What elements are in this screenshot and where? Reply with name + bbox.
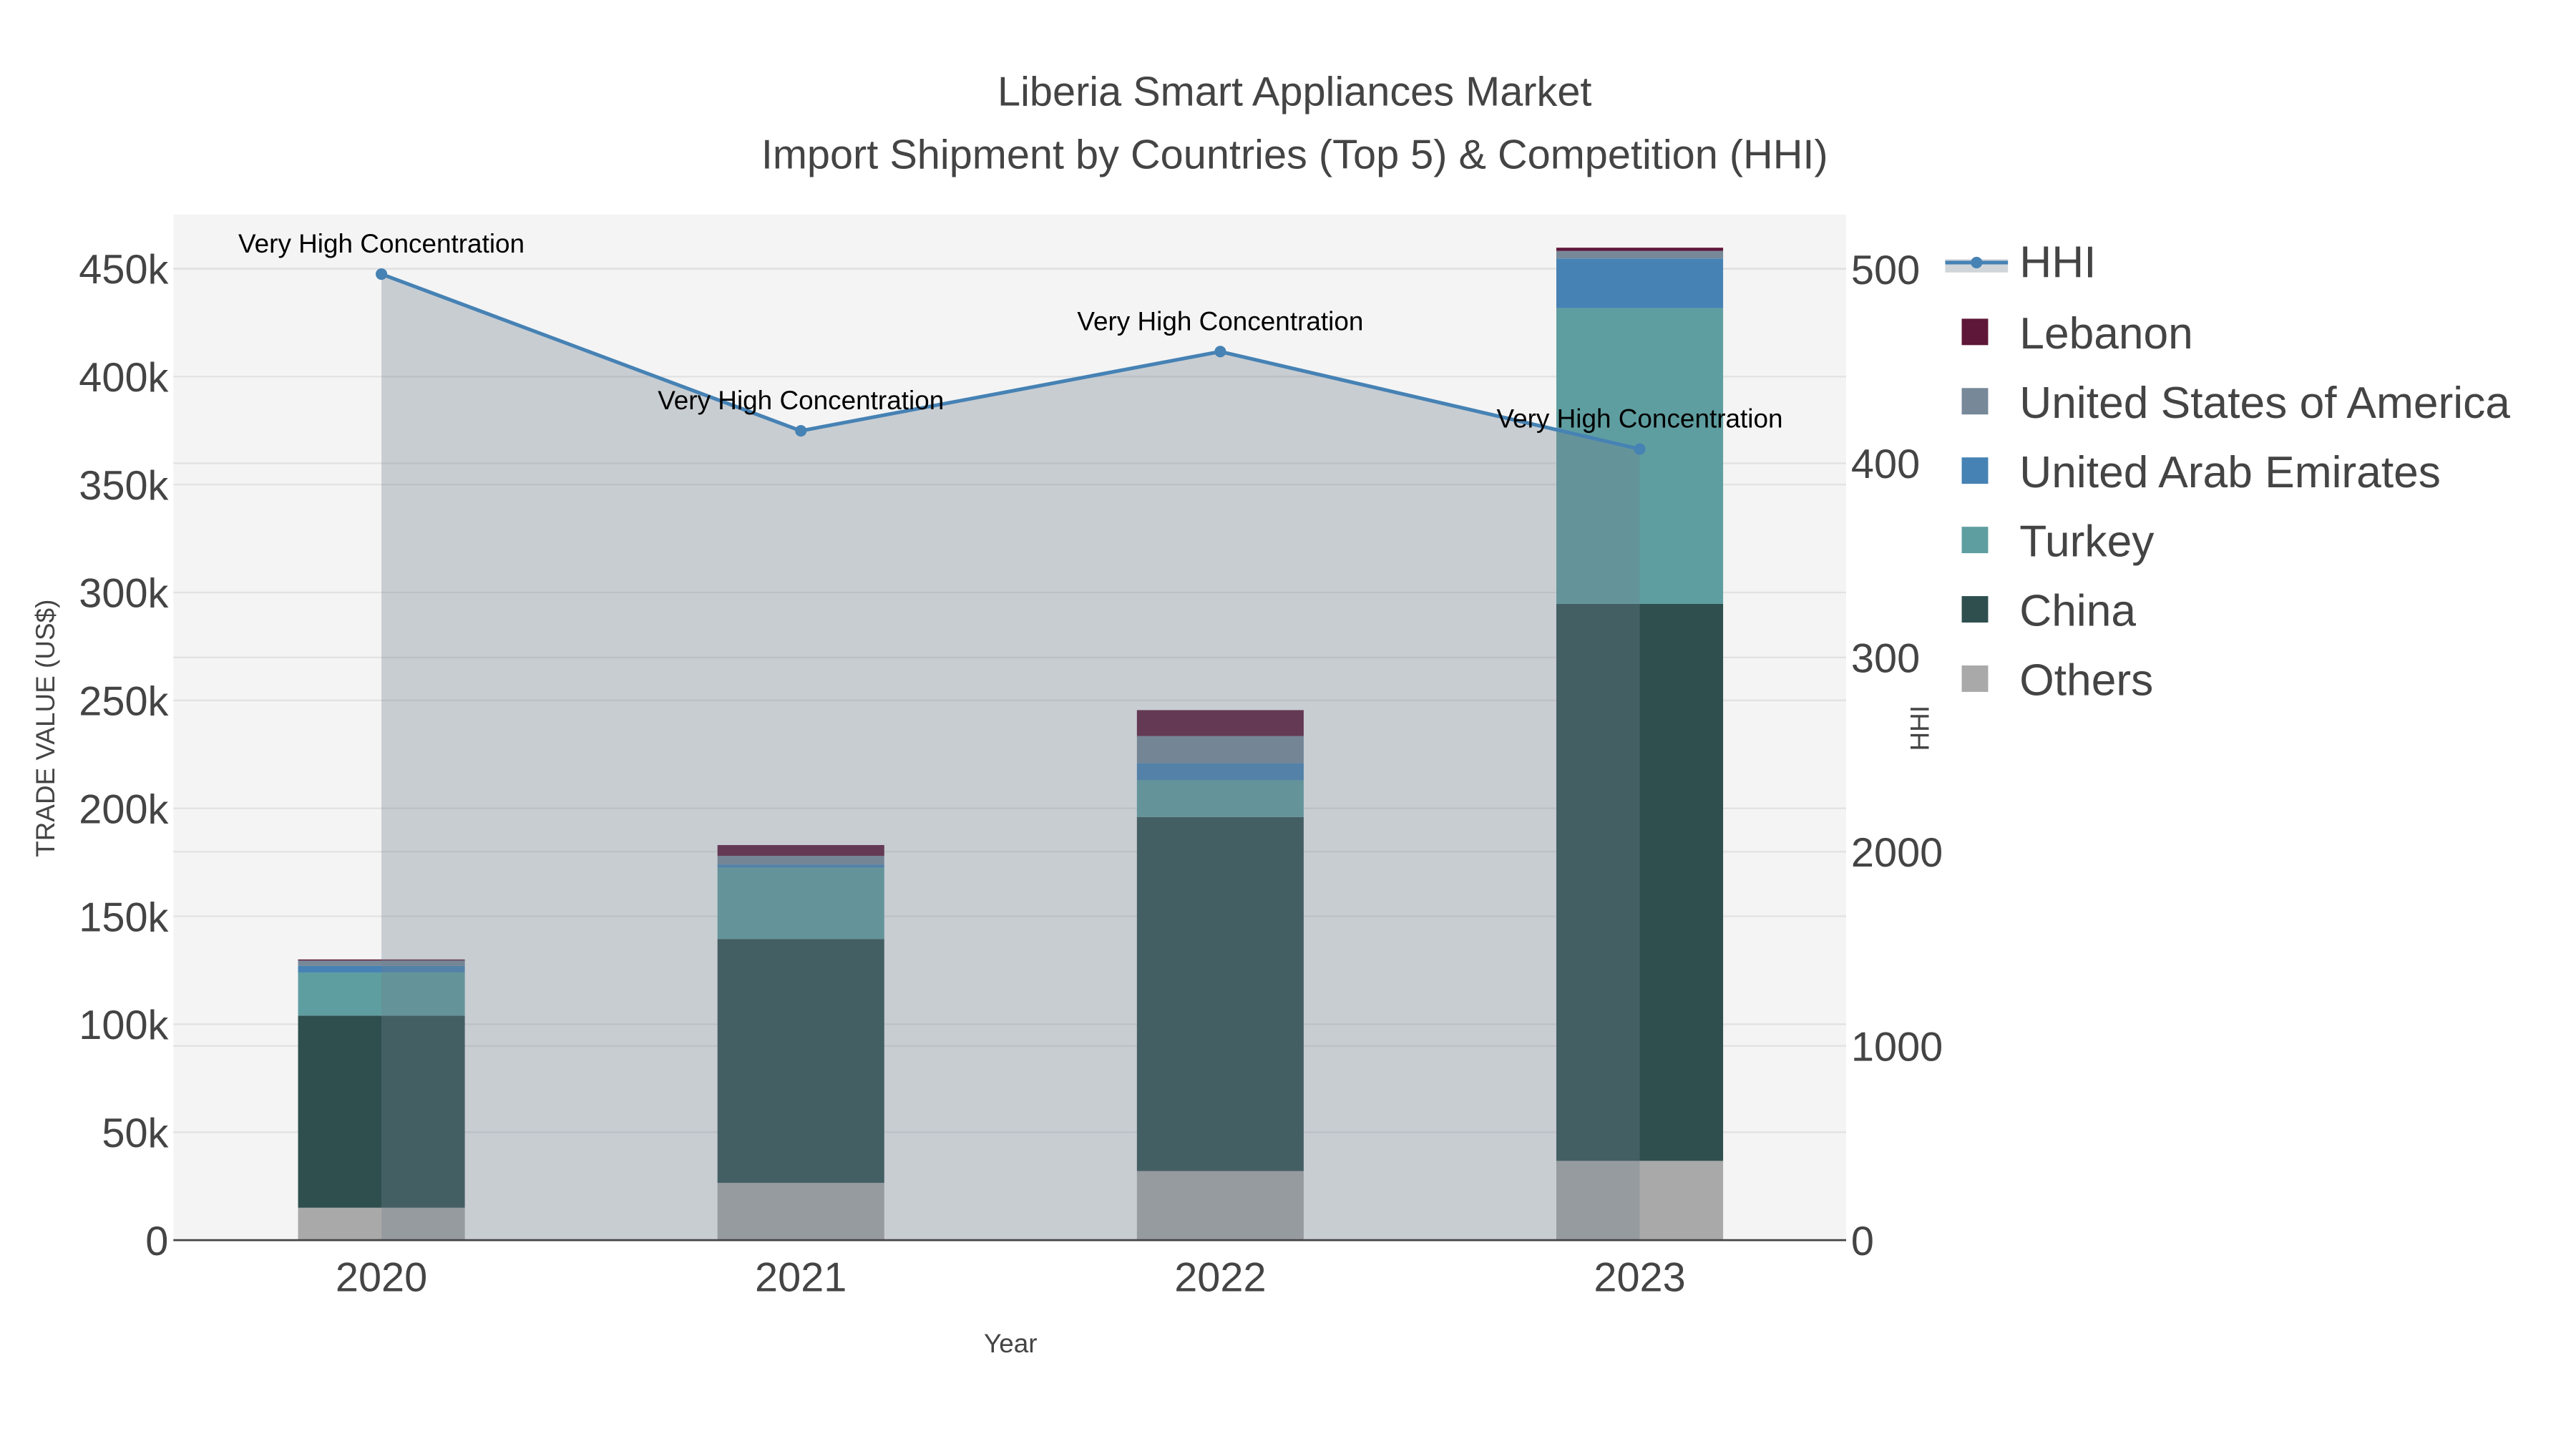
bar-lebanon-2023 xyxy=(1556,248,1724,251)
legend: HHI Lebanon United States of America United… xyxy=(1945,238,2510,706)
x-tick-label: 2021 xyxy=(755,1255,847,1301)
bar-united-states-of-america-2023 xyxy=(1556,250,1724,259)
chart: Very High Concentration Very High Concent… xyxy=(31,69,2510,1358)
y2-tick-label: 2000 xyxy=(1851,830,1943,876)
x-axis-ticks: 2020 2021 2022 2023 xyxy=(336,1255,1686,1301)
y-axis-ticks: 0 50k 100k 150k 200k 250k 300k 350k 400k 450k xyxy=(79,247,168,1264)
legend-label-united-states-of-america: United States of America xyxy=(2019,379,2510,428)
x-tick-label: 2022 xyxy=(1174,1255,1266,1301)
y2-tick-label: 0 xyxy=(1851,1219,1874,1264)
y-tick-label: 200k xyxy=(79,786,168,832)
legend-swatch-united-arab-emirates xyxy=(1961,457,1989,484)
legend-swatch-turkey xyxy=(1961,527,1989,554)
hhi-area xyxy=(381,274,1640,1241)
y-tick-label: 100k xyxy=(79,1002,168,1048)
hhi-area-fill xyxy=(381,274,1640,1241)
legend-label-united-arab-emirates: United Arab Emirates xyxy=(2019,448,2441,497)
x-tick-label: 2023 xyxy=(1594,1255,1685,1301)
y2-axis-title: HHI xyxy=(1905,706,1934,751)
chart-title: Liberia Smart Appliances Market xyxy=(997,69,1591,115)
y-tick-label: 150k xyxy=(79,894,168,940)
legend-swatch-lebanon xyxy=(1961,318,1989,346)
chart-subtitle: Import Shipment by Countries (Top 5) & C… xyxy=(761,132,1828,177)
hhi-annotation: Very High Concentration xyxy=(238,229,525,258)
legend-label-others: Others xyxy=(2019,656,2153,706)
hhi-point-2020 xyxy=(376,268,388,280)
y-tick-label: 400k xyxy=(79,355,168,401)
hhi-point-2023 xyxy=(1634,443,1646,455)
legend-swatch-hhi-marker xyxy=(1971,256,1983,268)
y-tick-label: 250k xyxy=(79,679,168,725)
y2-tick-label: 400 xyxy=(1851,441,1920,487)
hhi-point-2022 xyxy=(1214,346,1226,358)
y-tick-label: 50k xyxy=(102,1111,168,1156)
legend-label-china: China xyxy=(2019,587,2136,636)
hhi-annotation: Very High Concentration xyxy=(658,386,944,415)
y-tick-label: 300k xyxy=(79,571,168,617)
y2-tick-label: 500 xyxy=(1851,248,1920,293)
y2-axis-ticks: 0 1000 2000 300 400 500 xyxy=(1851,248,1943,1264)
y-tick-label: 450k xyxy=(79,247,168,293)
legend-label-turkey: Turkey xyxy=(2019,517,2155,567)
y2-tick-label: 1000 xyxy=(1851,1024,1943,1070)
hhi-annotation: Very High Concentration xyxy=(1497,404,1783,434)
legend-swatch-united-states-of-america xyxy=(1961,388,1989,415)
y2-tick-label: 300 xyxy=(1851,636,1920,682)
hhi-point-2021 xyxy=(795,425,807,437)
legend-swatch-others xyxy=(1961,665,1989,692)
legend-label-lebanon: Lebanon xyxy=(2019,309,2193,358)
hhi-annotation: Very High Concentration xyxy=(1077,306,1363,336)
x-tick-label: 2020 xyxy=(336,1255,427,1301)
y-tick-label: 350k xyxy=(79,463,168,509)
legend-label-hhi: HHI xyxy=(2019,238,2096,288)
x-axis-title: Year xyxy=(984,1329,1038,1358)
legend-swatch-china xyxy=(1961,596,1989,623)
y-tick-label: 0 xyxy=(145,1219,168,1264)
bar-united-arab-emirates-2023 xyxy=(1556,258,1724,308)
y-axis-title: TRADE VALUE (US$) xyxy=(31,600,60,857)
